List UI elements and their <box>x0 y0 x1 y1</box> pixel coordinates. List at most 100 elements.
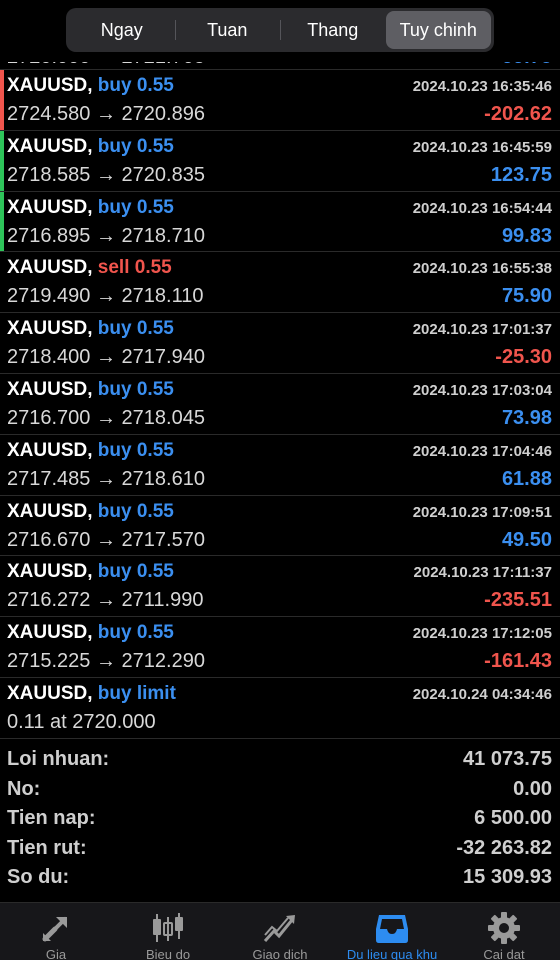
deal-profit: 75.90 <box>501 285 552 308</box>
deal-prices: 2716.700 → 2718.045 <box>7 406 205 429</box>
tab-label: Gia <box>45 947 67 960</box>
tab-history[interactable]: Du lieu qua khu <box>336 903 448 960</box>
deal-title: XAUUSD, buy 0.55 <box>7 561 174 583</box>
deal-row[interactable]: XAUUSD, buy 0.55 2716.272 → 2711.990 2024.… <box>0 556 560 618</box>
deal-row[interactable]: XAUUSD, buy 0.55 2718.585 → 2720.835 2024.… <box>0 130 560 192</box>
tab-custom[interactable]: Tuy chinh <box>385 11 491 49</box>
deal-symbol: XAUUSD, <box>7 75 93 96</box>
deal-time: 2024.10.23 17:12:05 <box>412 625 552 643</box>
deal-title: XAUUSD, buy 0.55 <box>7 501 174 523</box>
deal-side: buy limit <box>97 682 176 704</box>
deal-time: 2024.10.23 17:04:46 <box>412 442 552 460</box>
deal-title: XAUUSD, buy 0.55 <box>7 318 174 340</box>
deal-status-stripe <box>0 678 4 738</box>
summary-value: 0.00 <box>513 777 552 800</box>
history-screen: Ngay Tuan Thang Tuy chinh 2720.000 → 272… <box>0 0 560 960</box>
deal-profit: -235.51 <box>484 589 552 612</box>
deal-symbol: XAUUSD, <box>7 561 93 583</box>
deal-row[interactable]: XAUUSD, buy 0.55 2716.670 → 2717.570 2024.… <box>0 496 560 557</box>
deal-row[interactable]: XAUUSD, buy 0.55 2724.580 → 2720.896 2024.… <box>0 70 560 131</box>
deal-symbol: XAUUSD, <box>7 378 93 400</box>
deal-row[interactable]: XAUUSD, buy 0.55 2715.225 → 2712.290 2024.… <box>0 617 560 678</box>
deal-symbol: XAUUSD, <box>7 257 93 279</box>
deal-row[interactable]: XAUUSD, buy 0.55 2716.895 → 2718.710 2024.… <box>0 191 560 253</box>
deal-row[interactable]: XAUUSD, buy 0.55 2716.700 → 2718.045 2024.… <box>0 374 560 435</box>
deal-prices: 2719.490 → 2718.110 <box>7 285 204 308</box>
deal-prices: 2717.485 → 2718.610 <box>7 467 205 490</box>
summary-value: 41 073.75 <box>463 748 552 770</box>
deal-row[interactable]: XAUUSD, buy 0.55 2718.400 → 2717.940 2024.… <box>0 313 560 374</box>
tab-week[interactable]: Tuan <box>174 11 281 49</box>
deal-side: buy 0.55 <box>97 622 174 644</box>
summary-panel: Loi nhuan: 41 073.75 No: 0.00 Tien nap: … <box>0 746 560 894</box>
deal-row[interactable]: XAUUSD, sell 0.55 2719.490 → 2718.110 2024… <box>0 252 560 314</box>
deal-time: 2024.10.23 17:09:51 <box>412 503 552 521</box>
deal-title: XAUUSD, buy 0.55 <box>7 136 174 158</box>
deal-symbol: XAUUSD, <box>7 439 93 461</box>
deal-time: 2024.10.23 17:11:37 <box>413 564 552 582</box>
deal-profit: 123.75 <box>490 163 552 186</box>
period-bar: Ngay Tuan Thang Tuy chinh <box>0 0 560 62</box>
deal-prices: 2716.670 → 2717.570 <box>7 528 205 551</box>
deal-status-stripe <box>0 496 4 556</box>
deal-profit: 49.50 <box>501 528 552 551</box>
deal-title: XAUUSD, buy 0.55 <box>7 622 174 644</box>
summary-label: Loi nhuan: <box>7 748 110 770</box>
summary-value: 15 309.93 <box>463 866 552 889</box>
deal-profit: 73.98 <box>501 406 552 429</box>
deals-list: XAUUSD, buy 0.55 2724.580 → 2720.896 2024.… <box>0 70 560 739</box>
deal-profit: 99.83 <box>501 224 552 247</box>
deal-title: XAUUSD, buy 0.55 <box>7 379 174 401</box>
deal-prices: 2718.400 → 2717.940 <box>7 346 205 369</box>
deal-profit: -202.62 <box>484 103 552 125</box>
tab-day[interactable]: Ngay <box>69 11 175 49</box>
deal-profit: -25.30 <box>495 346 552 369</box>
summary-label: Tien nap: <box>7 807 96 830</box>
deal-symbol: XAUUSD, <box>7 622 93 644</box>
deal-time: 2024.10.23 16:45:59 <box>412 138 552 156</box>
deal-status-stripe <box>0 313 4 373</box>
deal-side: buy 0.55 <box>97 318 174 340</box>
tab-month[interactable]: Thang <box>280 11 386 49</box>
deal-side: buy 0.55 <box>97 135 174 157</box>
tab-label: Giao dich <box>252 947 308 960</box>
deal-time: 2024.10.23 16:35:46 <box>412 78 552 95</box>
summary-withdrawal: Tien rut: -32 263.82 <box>0 835 560 865</box>
tab-label: Bieu do <box>145 947 191 960</box>
summary-label: No: <box>7 777 41 800</box>
deal-side: buy 0.55 <box>97 500 174 522</box>
deal-status-stripe <box>0 617 4 677</box>
deal-row[interactable]: XAUUSD, buy limit 0.11 at 2720.000 2024.10… <box>0 678 560 739</box>
deal-prices: 2718.585 → 2720.835 <box>7 163 205 186</box>
deal-time: 2024.10.23 17:01:37 <box>412 321 552 339</box>
deal-status-stripe <box>0 252 4 312</box>
tab-trade[interactable]: Giao dich <box>224 903 336 960</box>
deal-profit: -161.43 <box>484 650 552 673</box>
deal-title: XAUUSD, buy 0.55 <box>7 440 174 462</box>
tab-label: Cai dat <box>483 947 525 960</box>
deal-time: 2024.10.23 17:03:04 <box>412 381 552 399</box>
deal-status-stripe <box>0 435 4 495</box>
deal-prices: 2716.895 → 2718.710 <box>7 224 205 247</box>
deal-prices: 2716.272 → 2711.990 <box>7 589 204 612</box>
deal-title: XAUUSD, sell 0.55 <box>7 257 172 279</box>
summary-balance: So du: 15 309.93 <box>0 864 560 894</box>
history-inbox-icon <box>374 911 410 945</box>
deal-row[interactable]: XAUUSD, buy 0.55 2717.485 → 2718.610 2024.… <box>0 435 560 496</box>
deal-symbol: XAUUSD, <box>7 682 93 704</box>
gear-icon <box>486 911 522 945</box>
tab-label: Du lieu qua khu <box>346 947 438 960</box>
summary-credit: No: 0.00 <box>0 776 560 806</box>
trade-chart-icon <box>262 911 298 945</box>
deal-status-stripe <box>0 130 4 191</box>
tab-charts[interactable]: Bieu do <box>112 903 224 960</box>
deal-side: buy 0.55 <box>97 75 174 96</box>
tab-settings[interactable]: Cai dat <box>448 903 560 960</box>
tab-quotes[interactable]: Gia <box>0 903 112 960</box>
deal-prices: 2724.580 → 2720.896 <box>7 103 205 125</box>
deal-status-stripe <box>0 191 4 252</box>
deal-title: XAUUSD, buy 0.55 <box>7 75 174 97</box>
summary-value: -32 263.82 <box>456 836 552 859</box>
summary-deposit: Tien nap: 6 500.00 <box>0 805 560 835</box>
deal-side: buy 0.55 <box>97 561 174 583</box>
